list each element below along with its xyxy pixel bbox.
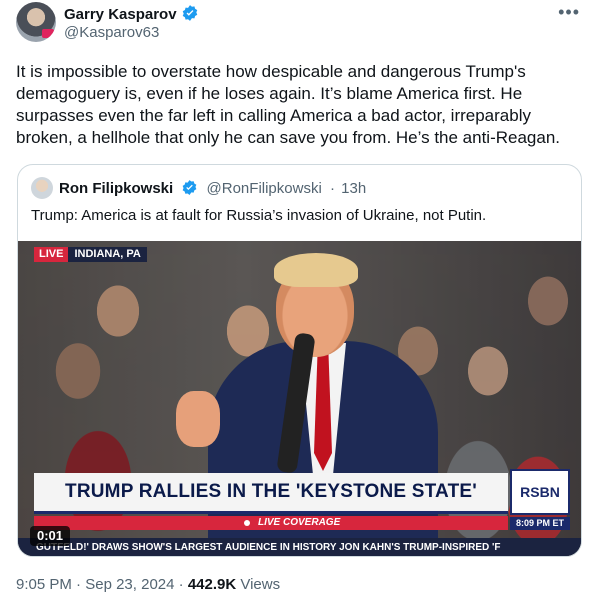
tweet-text: It is impossible to overstate how despic… [16, 62, 561, 147]
quoted-text: Trump: America is at fault for Russia’s … [31, 207, 487, 224]
live-dot-icon [244, 520, 250, 526]
quoted-author-avatar[interactable] [31, 177, 53, 199]
live-label: LIVE [34, 247, 69, 262]
quoted-separator: · [329, 180, 335, 197]
post-date[interactable]: Sep 23, 2024 [85, 576, 174, 593]
author-handle[interactable]: @Kasparov63 [64, 24, 159, 41]
verified-badge-icon [181, 4, 199, 26]
views-count[interactable]: 442.9K [188, 576, 236, 593]
post-time[interactable]: 9:05 PM [16, 576, 72, 593]
video-player[interactable]: LIVE INDIANA, PA TRUMP RALLIES IN THE 'K… [18, 241, 581, 556]
quoted-time[interactable]: 13h [341, 180, 366, 197]
live-badge: LIVE INDIANA, PA [34, 247, 147, 262]
quoted-tweet[interactable]: Ron Filipkowski @RonFilipkowski · 13h Tr… [17, 164, 582, 557]
quoted-header: Ron Filipkowski @RonFilipkowski · 13h [59, 179, 366, 200]
tweet-footer: 9:05 PM · Sep 23, 2024 · 442.9K Views [16, 576, 280, 593]
tweet: Garry Kasparov @Kasparov63 ••• It is imp… [0, 0, 592, 601]
network-logo: RSBN [510, 469, 570, 515]
location-label: INDIANA, PA [68, 247, 147, 262]
chyron-banner: TRUMP RALLIES IN THE 'KEYSTONE STATE' [34, 473, 508, 514]
avatar-badge [42, 29, 54, 38]
author-avatar[interactable] [16, 2, 56, 42]
footer-separator-2: · [178, 576, 184, 593]
video-duration: 0:01 [30, 526, 71, 546]
speaker-hair [274, 253, 358, 287]
speaker-hand [176, 391, 220, 447]
quoted-author-name[interactable]: Ron Filipkowski [59, 180, 173, 197]
broadcast-clock: 8:09 PM ET [510, 517, 570, 530]
live-coverage-label: LIVE COVERAGE [258, 517, 341, 528]
views-label: Views [240, 576, 281, 593]
author-name-row[interactable]: Garry Kasparov [64, 4, 199, 26]
author-name[interactable]: Garry Kasparov [64, 6, 177, 23]
more-options-icon[interactable]: ••• [558, 2, 580, 23]
footer-separator: · [76, 576, 82, 593]
news-ticker: GUTFELD!' DRAWS SHOW'S LARGEST AUDIENCE … [18, 538, 581, 556]
quoted-verified-badge-icon [181, 179, 198, 200]
ticker-text: GUTFELD!' DRAWS SHOW'S LARGEST AUDIENCE … [36, 542, 501, 553]
quoted-author-handle[interactable]: @RonFilipkowski [207, 180, 322, 197]
live-coverage-bar: LIVE COVERAGE [34, 516, 508, 530]
